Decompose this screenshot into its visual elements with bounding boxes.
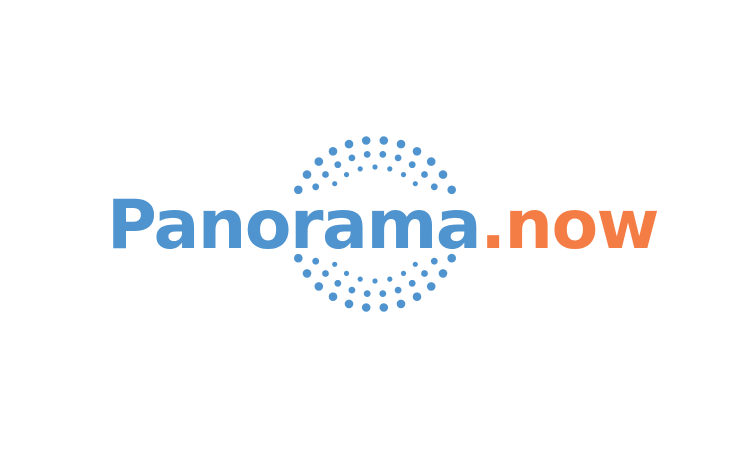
logo-wordmark: Panorama .now: [107, 181, 659, 271]
logo-suffix-text: .now: [480, 186, 659, 265]
emblem-dot: [408, 161, 416, 169]
emblem-dot: [400, 270, 407, 276]
emblem-dot: [426, 282, 436, 291]
emblem-dot: [348, 154, 356, 162]
emblem-dot: [387, 276, 393, 282]
emblem-dot: [394, 286, 402, 294]
emblem-dot: [344, 139, 354, 149]
emblem-dot: [363, 290, 371, 297]
emblem-dot: [372, 164, 378, 170]
emblem-dot: [322, 270, 329, 277]
emblem-dot: [379, 303, 389, 312]
emblem-dot: [400, 172, 407, 178]
emblem-dot: [379, 136, 389, 145]
emblem-dot: [314, 157, 324, 166]
emblem-dot: [361, 136, 371, 145]
emblem-dot: [412, 147, 422, 156]
emblem-dot: [426, 157, 436, 166]
emblem-dot: [357, 276, 363, 282]
emblem-dot: [379, 151, 387, 158]
emblem-dot: [328, 147, 338, 156]
emblem-dot: [334, 161, 342, 169]
emblem-dot: [394, 154, 402, 162]
emblem-dot: [344, 299, 354, 309]
logo-name-text: Panorama: [107, 186, 482, 265]
emblem-dot: [421, 171, 428, 178]
emblem-dot: [438, 170, 448, 179]
emblem-dot: [302, 170, 312, 179]
emblem-dot: [314, 282, 324, 291]
emblem-dot: [343, 270, 350, 276]
emblem-dot: [357, 166, 363, 172]
emblem-dot: [363, 151, 371, 158]
emblem-dot: [372, 278, 378, 284]
emblem-dot: [361, 303, 371, 312]
emblem-dot: [412, 292, 422, 302]
emblem-dot: [396, 299, 406, 309]
emblem-dot: [379, 290, 387, 297]
emblem-dot: [334, 279, 342, 287]
emblem-dot: [421, 270, 428, 277]
emblem-dot: [322, 171, 329, 178]
emblem-dot: [328, 292, 338, 302]
emblem-dot: [396, 139, 406, 149]
logo-canvas: Panorama .now: [0, 0, 750, 450]
emblem-dot: [343, 172, 350, 178]
emblem-dot: [348, 286, 356, 294]
emblem-dot: [387, 166, 393, 172]
emblem-dot: [408, 279, 416, 287]
